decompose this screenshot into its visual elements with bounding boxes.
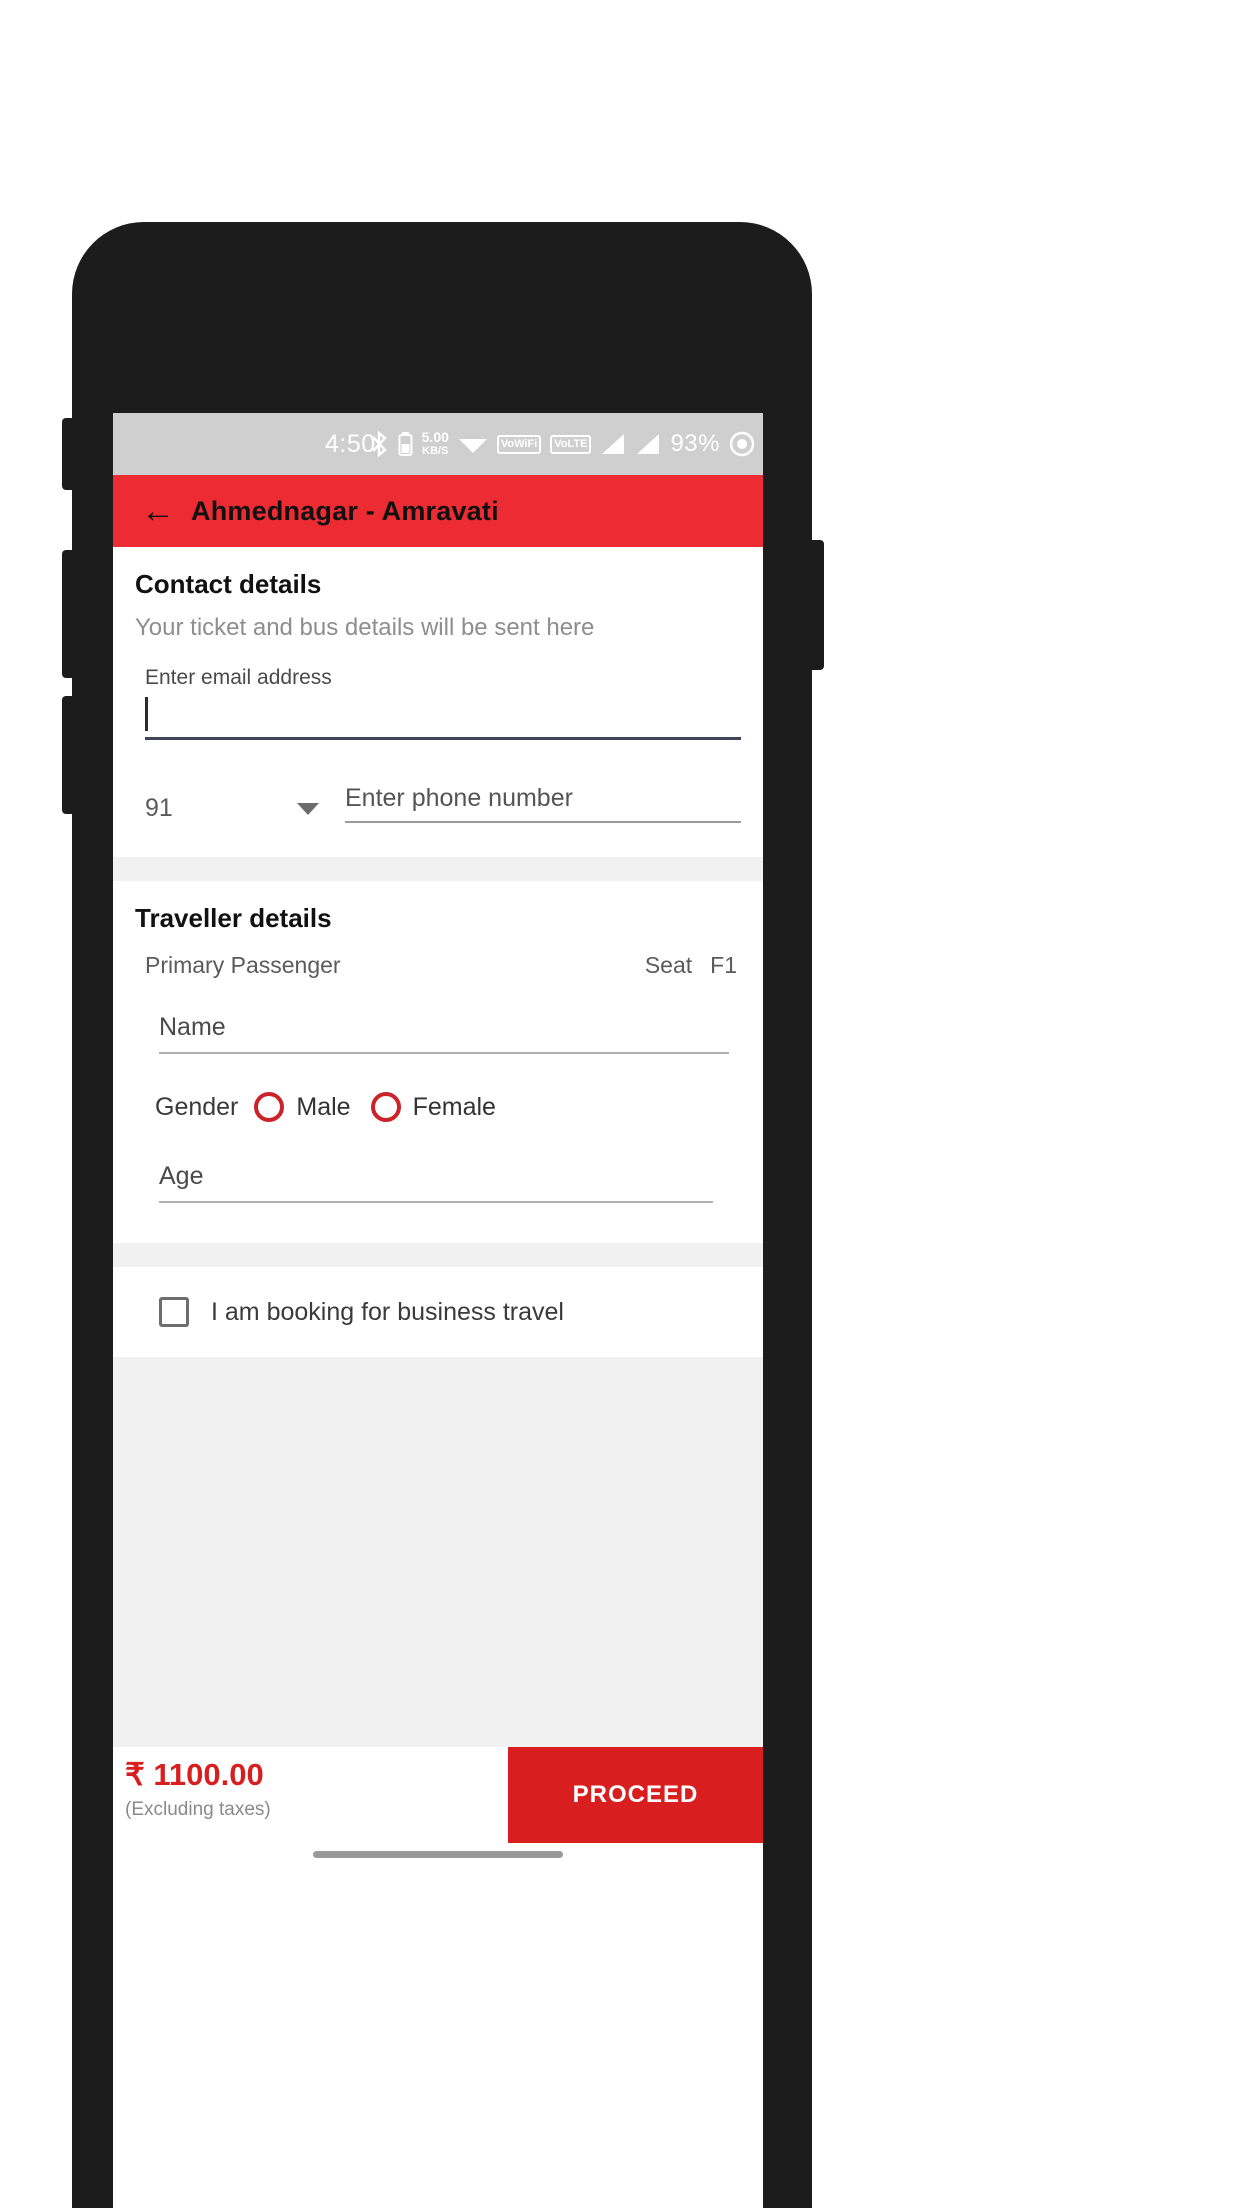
seat-value: F1	[710, 952, 737, 978]
total-price: ₹ 1100.00	[125, 1757, 264, 1792]
status-bar-clock: 4:50	[325, 429, 376, 458]
proceed-button[interactable]: PROCEED	[508, 1747, 763, 1843]
back-arrow-icon[interactable]: ←	[141, 494, 175, 528]
signal-bars-icon	[602, 434, 625, 454]
network-speed-unit: KB/S	[422, 445, 449, 457]
vowifi-badge-text: VoWiFi	[500, 437, 538, 450]
phone-button-top[interactable]	[62, 418, 76, 490]
price-summary: ₹ 1100.00 (Excluding taxes)	[113, 1747, 508, 1843]
gender-radio-female[interactable]	[370, 1092, 401, 1122]
country-code-value: 91	[145, 794, 173, 822]
business-travel-label: I am booking for business travel	[211, 1297, 564, 1326]
phone-power-button[interactable]	[810, 540, 824, 670]
battery-icon	[398, 432, 413, 456]
status-bar-icons: 5.00 KB/S VoWiFi VoLTE 93%	[371, 430, 755, 458]
contact-details-subheading: Your ticket and bus details will be sent…	[135, 614, 595, 641]
network-speed-indicator: 5.00 KB/S	[422, 430, 449, 458]
phone-number-placeholder: Enter phone number	[345, 784, 573, 812]
phone-screen: 4:50 5.00 KB/S VoWiFi VoLTE 93% ← Ahmedn…	[113, 413, 763, 2208]
app-bar: ← Ahmednagar - Amravati	[113, 475, 763, 547]
phone-volume-down-button[interactable]	[62, 696, 76, 814]
bottom-action-bar: ₹ 1100.00 (Excluding taxes) PROCEED	[113, 1747, 763, 1843]
battery-percent-label: 93%	[670, 430, 720, 457]
price-note: (Excluding taxes)	[125, 1799, 271, 1820]
phone-volume-up-button[interactable]	[62, 550, 76, 678]
business-travel-row[interactable]: I am booking for business travel	[135, 1267, 741, 1357]
passenger-label: Primary Passenger	[145, 952, 341, 978]
business-travel-checkbox[interactable]	[159, 1297, 189, 1327]
gender-row: Gender Male Female	[135, 1054, 741, 1122]
gender-option-male-label[interactable]: Male	[296, 1093, 350, 1122]
system-navigation-bar	[113, 1843, 763, 1865]
phone-number-input[interactable]: Enter phone number	[345, 784, 741, 823]
chevron-down-icon	[297, 802, 319, 815]
passenger-age-input[interactable]: Age	[159, 1162, 713, 1203]
text-caret	[145, 697, 148, 731]
network-speed-value: 5.00	[421, 429, 449, 445]
business-travel-card: I am booking for business travel	[113, 1267, 763, 1357]
home-gesture-pill[interactable]	[313, 1850, 563, 1858]
passenger-header-row: Primary Passenger Seat F1	[135, 934, 741, 979]
email-field[interactable]	[145, 690, 741, 740]
contact-details-card: Contact details Your ticket and bus deta…	[113, 547, 763, 857]
gender-radio-male[interactable]	[254, 1092, 285, 1122]
dnd-icon	[729, 431, 755, 457]
seat-label: Seat	[644, 952, 693, 978]
contact-details-heading: Contact details	[135, 569, 322, 599]
passenger-name-input[interactable]: Name	[159, 1013, 729, 1054]
seat-info: Seat F1	[645, 952, 737, 979]
passenger-age-placeholder: Age	[159, 1162, 204, 1190]
signal-bars-icon-2	[637, 434, 660, 454]
bluetooth-icon	[371, 431, 387, 457]
gender-option-female-label[interactable]: Female	[413, 1093, 496, 1122]
volte-badge-text: VoLTE	[554, 437, 588, 450]
screenshot-root: 4:50 5.00 KB/S VoWiFi VoLTE 93% ← Ahmedn…	[0, 0, 1242, 2208]
traveller-details-card: Traveller details Primary Passenger Seat…	[113, 881, 763, 1243]
vowifi-badge: VoWiFi	[496, 434, 542, 454]
section-divider	[113, 857, 763, 881]
phone-row: 91 Enter phone number	[145, 740, 741, 823]
email-field-label: Enter email address	[145, 666, 332, 689]
status-bar: 4:50 5.00 KB/S VoWiFi VoLTE 93%	[113, 413, 763, 475]
volte-badge: VoLTE	[550, 434, 592, 454]
passenger-name-placeholder: Name	[159, 1013, 226, 1041]
page-title: Ahmednagar - Amravati	[191, 495, 499, 526]
section-divider-2	[113, 1243, 763, 1267]
wifi-icon	[458, 439, 487, 453]
traveller-details-heading: Traveller details	[135, 903, 332, 933]
country-code-select[interactable]: 91	[145, 794, 335, 823]
empty-scroll-area	[113, 1357, 763, 1747]
gender-label: Gender	[155, 1092, 239, 1121]
